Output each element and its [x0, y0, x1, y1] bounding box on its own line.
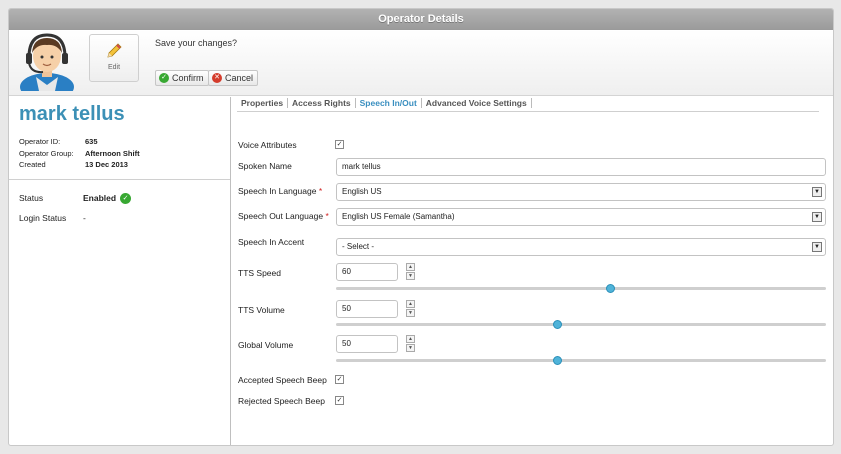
operator-avatar [20, 33, 74, 91]
divider [9, 179, 230, 180]
status-row: Status Enabled ✓ [19, 193, 132, 205]
speech-in-language-value: English US [342, 187, 382, 196]
tts-volume-stepper[interactable]: ▲ ▼ [406, 300, 415, 317]
global-volume-stepper[interactable]: ▲ ▼ [406, 335, 415, 352]
accepted-speech-beep-checkbox[interactable]: ✓ [335, 375, 344, 384]
required-marker: * [318, 186, 323, 196]
speech-in-accent-label: Speech In Accent [238, 237, 305, 247]
tts-volume-label: TTS Volume [238, 305, 285, 315]
save-changes-prompt: Save your changes? [155, 38, 238, 48]
chevron-down-icon[interactable]: ▼ [812, 242, 822, 252]
speech-in-language-label: Speech In Language * [238, 186, 322, 196]
global-volume-label: Global Volume [238, 340, 294, 350]
global-volume-slider-handle[interactable] [552, 356, 562, 365]
operator-id-value: 635 [85, 137, 98, 146]
edit-button[interactable]: Edit [89, 34, 139, 82]
chevron-down-icon[interactable]: ▼ [406, 309, 415, 317]
voice-attributes-label: Voice Attributes [238, 140, 297, 150]
tab-properties[interactable]: Properties [237, 97, 289, 108]
check-circle-icon: ✓ [159, 73, 169, 83]
global-volume-input[interactable]: 50 [336, 335, 398, 353]
tab-bar: Properties Access Rights Speech In/Out A… [237, 94, 819, 112]
speech-in-language-select[interactable]: English US ▼ [336, 183, 826, 201]
chevron-down-icon[interactable]: ▼ [812, 187, 822, 197]
operator-group-row: Operator Group: Afternoon Shift [19, 149, 140, 158]
tts-speed-stepper[interactable]: ▲ ▼ [406, 263, 415, 280]
operator-summary-panel: mark tellus Operator ID: 635 Operator Gro… [9, 97, 231, 445]
speech-in-language-label-text: Speech In Language [238, 186, 317, 196]
operator-group-label: Operator Group: [19, 149, 74, 158]
speech-out-language-label-text: Speech Out Language [238, 211, 324, 221]
chevron-down-icon[interactable]: ▼ [406, 272, 415, 280]
speech-in-accent-select[interactable]: - Select - ▼ [336, 238, 826, 256]
tts-volume-slider-handle[interactable] [552, 320, 562, 329]
operator-group-value: Afternoon Shift [85, 149, 140, 158]
chevron-up-icon[interactable]: ▲ [406, 300, 415, 308]
voice-attributes-checkbox[interactable]: ✓ [335, 140, 344, 149]
created-value: 13 Dec 2013 [85, 160, 128, 169]
rejected-speech-beep-label: Rejected Speech Beep [238, 396, 325, 406]
status-value: Enabled [83, 193, 117, 203]
chevron-up-icon[interactable]: ▲ [406, 335, 415, 343]
tab-access-rights[interactable]: Access Rights [288, 97, 356, 108]
spoken-name-label: Spoken Name [238, 161, 292, 171]
operator-name: mark tellus [19, 103, 125, 125]
tab-advanced-voice-settings[interactable]: Advanced Voice Settings [422, 97, 532, 108]
global-volume-slider[interactable] [336, 356, 826, 365]
created-label: Created [19, 160, 46, 169]
speech-in-accent-value: - Select - [342, 242, 375, 251]
confirm-button-label: Confirm [172, 73, 204, 83]
spoken-name-input[interactable]: mark tellus [336, 158, 826, 176]
tts-volume-slider[interactable] [336, 320, 826, 329]
check-circle-icon: ✓ [120, 193, 132, 205]
cancel-button[interactable]: ✕ Cancel [208, 70, 259, 86]
chevron-down-icon[interactable]: ▼ [406, 344, 415, 352]
chevron-down-icon[interactable]: ▼ [812, 212, 822, 222]
chevron-up-icon[interactable]: ▲ [406, 263, 415, 271]
status-label: Status [19, 193, 44, 203]
login-status-label: Login Status [19, 213, 67, 223]
speech-out-language-select[interactable]: English US Female (Samantha) ▼ [336, 208, 826, 226]
accepted-speech-beep-label: Accepted Speech Beep [238, 375, 327, 385]
required-marker: * [325, 211, 329, 221]
cancel-button-label: Cancel [225, 73, 254, 83]
tts-speed-label: TTS Speed [238, 268, 281, 278]
login-status-row: Login Status - [19, 213, 86, 223]
speech-out-language-label: Speech Out Language * [238, 211, 329, 221]
tab-speech-in-out[interactable]: Speech In/Out [356, 97, 422, 108]
tts-speed-input[interactable]: 60 [336, 263, 398, 281]
login-status-value: - [83, 213, 86, 223]
tts-speed-slider-handle[interactable] [606, 284, 616, 293]
window-title: Operator Details [9, 9, 833, 30]
toolbar: Edit Save your changes? ✓ Confirm ✕ Canc… [9, 30, 833, 96]
pencil-icon [107, 43, 122, 58]
operator-id-row: Operator ID: 635 [19, 137, 98, 146]
operator-details-window: Operator Details Edit Save your changes?… [8, 8, 834, 446]
rejected-speech-beep-checkbox[interactable]: ✓ [335, 396, 344, 405]
operator-id-label: Operator ID: [19, 137, 61, 146]
x-circle-icon: ✕ [212, 73, 222, 83]
confirm-button[interactable]: ✓ Confirm [155, 70, 209, 86]
tts-speed-slider[interactable] [336, 284, 826, 293]
created-row: Created 13 Dec 2013 [19, 160, 128, 169]
edit-button-label: Edit [107, 64, 121, 71]
tts-volume-input[interactable]: 50 [336, 300, 398, 318]
speech-out-language-value: English US Female (Samantha) [342, 212, 455, 221]
